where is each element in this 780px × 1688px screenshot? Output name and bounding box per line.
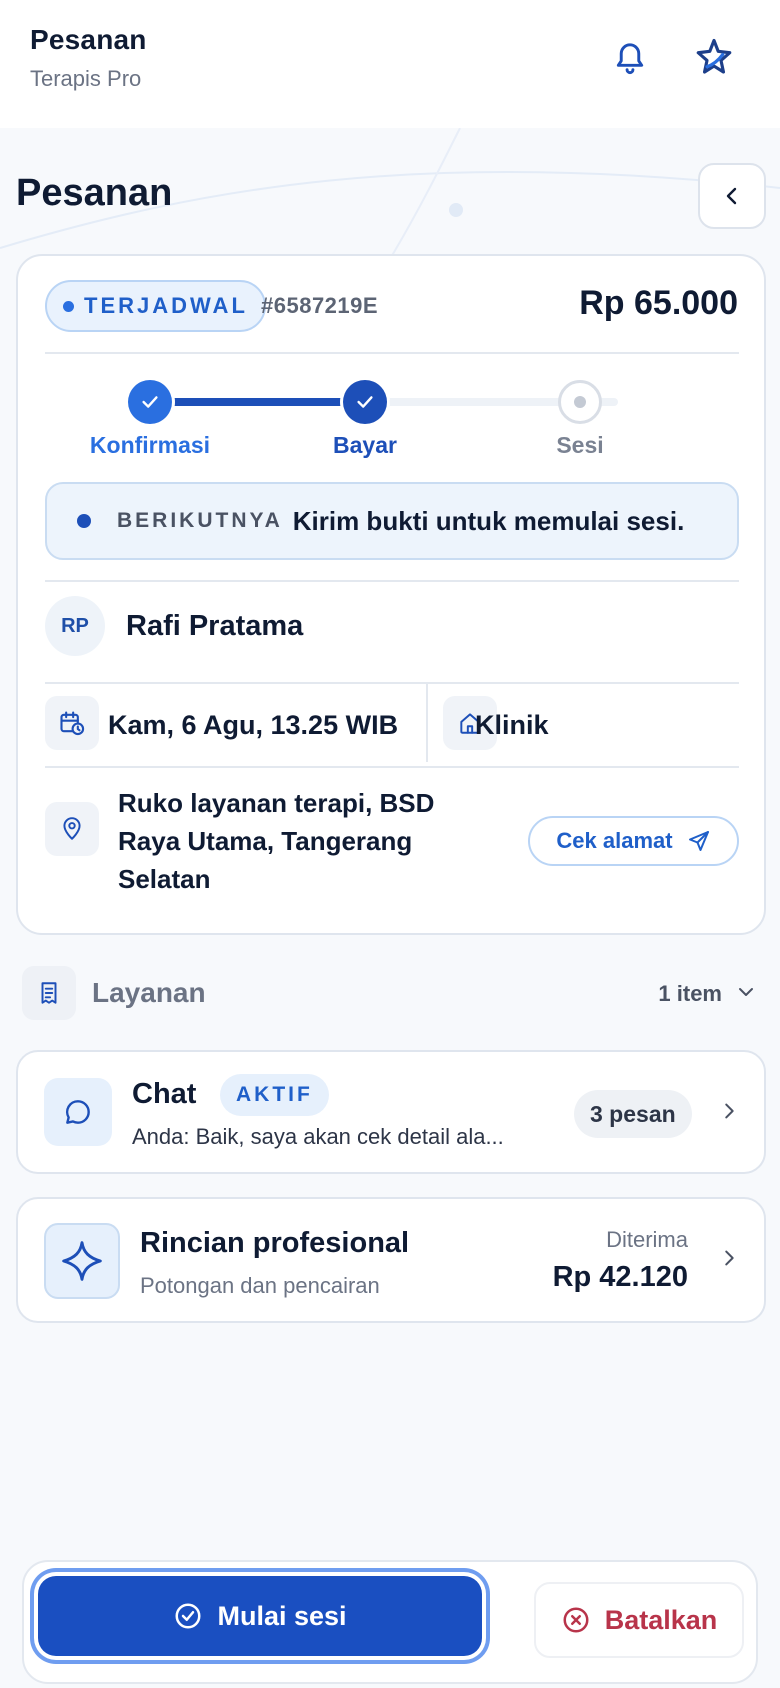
status-dot (63, 300, 74, 312)
status-badge: TERJADWAL (45, 280, 266, 332)
check-circle-icon (175, 1603, 201, 1629)
chevron-down-icon (739, 988, 753, 996)
services-label: Layanan (92, 977, 206, 1008)
receipt-icon (22, 966, 76, 1020)
check-icon (142, 396, 158, 408)
page-title: Pesanan (16, 172, 173, 214)
order-price: Rp 65.000 (579, 284, 738, 322)
avatar: RP (45, 596, 105, 656)
next-step-banner: BERIKUTNYA Kirim bukti untuk memulai ses… (45, 482, 739, 560)
chevron-right-icon (725, 1103, 734, 1119)
chevron-right-icon (725, 1250, 734, 1266)
client-name: Rafi Pratama (126, 610, 304, 642)
app-header: Pesanan Terapis Pro (0, 0, 780, 128)
step-label-bayar: Bayar (333, 432, 397, 458)
sparkle-logo-icon[interactable] (690, 34, 738, 82)
status-text: TERJADWAL (84, 293, 248, 318)
cancel-button[interactable]: Batalkan (534, 1582, 744, 1658)
check-address-button[interactable]: Cek alamat (528, 816, 739, 866)
order-id: #6587219E (261, 293, 379, 318)
chat-message-count: 3 pesan (574, 1090, 692, 1138)
chevron-left-icon (726, 187, 737, 205)
vertical-divider (426, 684, 428, 762)
step-label-konfirmasi: Konfirmasi (89, 432, 211, 458)
chat-preview: Anda: Baik, saya akan cek detail ala... (132, 1124, 504, 1149)
professional-details-card[interactable]: Rincian profesional Potongan dan pencair… (16, 1197, 766, 1323)
location-type: Klinik (475, 710, 549, 740)
check-address-label: Cek alamat (556, 828, 673, 853)
start-session-button[interactable]: Mulai sesi (38, 1576, 482, 1656)
divider (45, 682, 739, 684)
order-card: TERJADWAL #6587219E Rp 65.000 Konfirmasi… (16, 254, 766, 935)
chat-status-badge: AKTIF (220, 1074, 329, 1116)
step-bayar-circle (343, 380, 387, 424)
sparkle-icon (44, 1223, 120, 1299)
step-sesi-circle (558, 380, 602, 424)
bell-icon[interactable] (606, 34, 654, 82)
map-pin-icon (45, 802, 99, 856)
next-step-text: Kirim bukti untuk memulai sesi. (292, 505, 685, 536)
next-step-label: BERIKUTNYA (117, 509, 283, 532)
chat-card[interactable]: Chat AKTIF Anda: Baik, saya akan cek det… (16, 1050, 766, 1174)
divider (45, 766, 739, 768)
services-count: 1 item (658, 981, 722, 1006)
calendar-clock-icon (45, 696, 99, 750)
professional-subtitle: Potongan dan pencairan (140, 1273, 380, 1298)
x-circle-icon (563, 1607, 589, 1633)
bottom-action-bar: Mulai sesi Batalkan (22, 1560, 758, 1684)
divider (45, 352, 739, 354)
start-session-label: Mulai sesi (217, 1600, 347, 1631)
step-konfirmasi-circle (128, 380, 172, 424)
chat-bubble-icon (44, 1078, 112, 1146)
received-amount: Rp 42.120 (552, 1261, 688, 1293)
chat-title: Chat (132, 1078, 197, 1110)
schedule-text: Kam, 6 Agu, 13.25 WIB (108, 710, 399, 740)
send-icon (688, 831, 709, 851)
received-label: Diterima (606, 1227, 688, 1252)
back-button[interactable] (698, 163, 766, 229)
cancel-label: Batalkan (604, 1604, 718, 1635)
next-dot (77, 514, 91, 528)
address-text: Ruko layanan terapi, BSD Raya Utama, Tan… (118, 788, 435, 894)
step-label-sesi: Sesi (556, 432, 604, 458)
services-toggle[interactable]: Layanan 1 item (22, 966, 766, 1022)
professional-title: Rincian profesional (140, 1227, 410, 1259)
check-icon (357, 396, 373, 408)
divider (45, 580, 739, 582)
